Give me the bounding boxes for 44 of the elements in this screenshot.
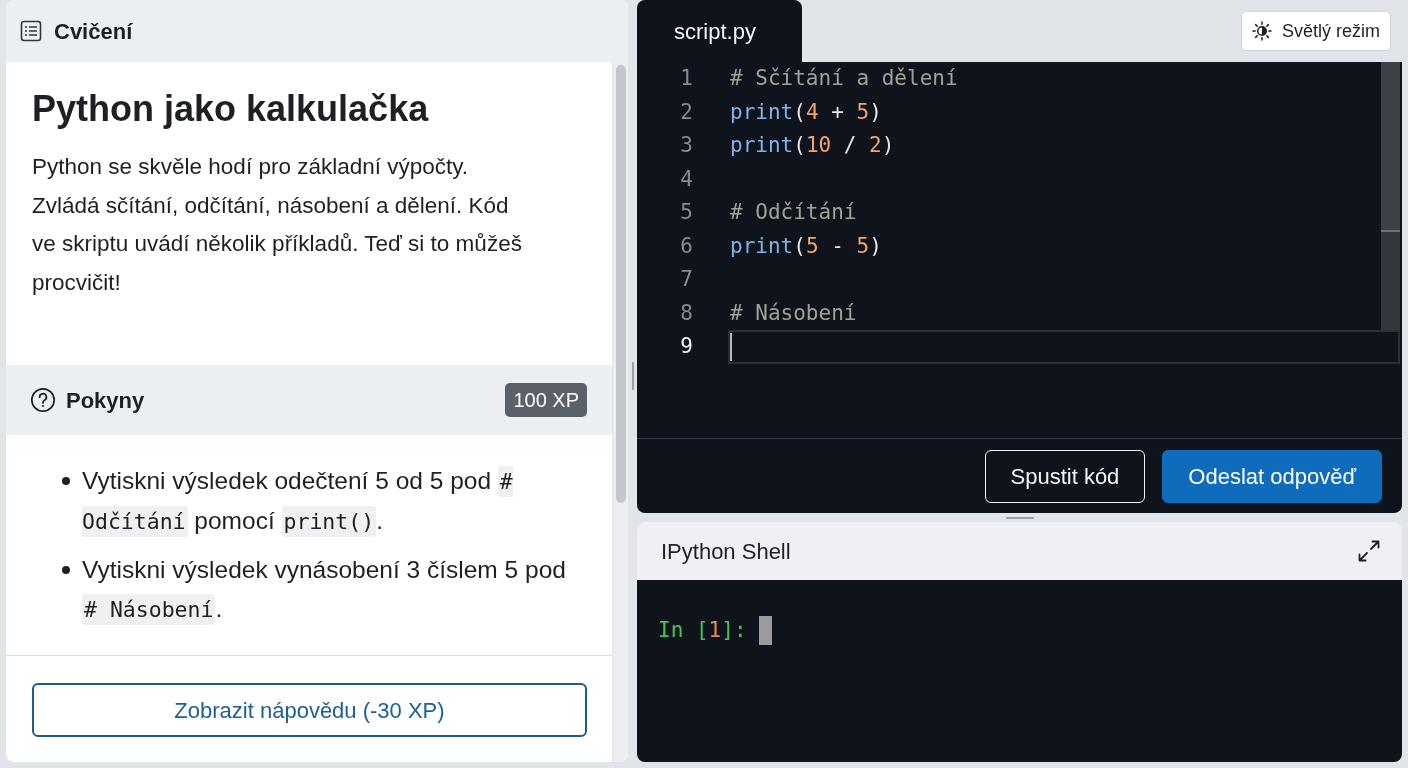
expand-icon[interactable]	[1358, 540, 1380, 562]
code-line: # Odčítání	[729, 199, 857, 226]
scrollbar-thumb[interactable]	[1381, 62, 1400, 232]
shell-console[interactable]: In [1]:	[637, 580, 1402, 762]
resize-handle[interactable]	[631, 362, 634, 390]
exercise-description: Python se skvěle hodí pro základní výpočty. Zvládá sčítání, odčítání, násobení a dělení. Kód ve skriptu uvádí několik příkladů. Teď si to můžeš procvičit!	[32, 153, 523, 297]
bullet-icon	[62, 477, 70, 485]
scrollbar[interactable]	[1381, 62, 1400, 330]
code-line: print(4 + 5)	[729, 98, 882, 126]
line-number: 6	[679, 232, 693, 260]
code-line: print(10 / 2)	[729, 132, 895, 159]
line-number: 4	[679, 165, 693, 193]
instruction-item: Vytiskni výsledek vynásobení 3 číslem 5 pod # Násobení.	[82, 550, 582, 629]
editor-tab[interactable]: script.py	[637, 0, 802, 62]
line-number: 5	[679, 199, 693, 226]
code-line: print(5 - 5)	[729, 232, 882, 260]
primary-button[interactable]: Odeslat odpověď	[1162, 449, 1382, 503]
question-circle-icon	[30, 387, 56, 413]
text-cursor-icon	[730, 332, 732, 361]
shell-title: IPython Shell	[661, 537, 791, 566]
line-number: 1	[679, 65, 693, 92]
line-number: 7	[679, 266, 693, 293]
section-title: Pokyny	[66, 386, 146, 415]
outline-button[interactable]: Spustit kód	[984, 449, 1146, 503]
code-line: # Násobení	[729, 299, 857, 327]
exercise-title: Python jako kalkulačka	[32, 87, 430, 130]
scrollbar[interactable]	[612, 62, 628, 762]
hint-button[interactable]: Zobrazit nápovědu (-30 XP)	[32, 683, 587, 737]
panel-title: Cvičení	[54, 17, 133, 46]
theme-toggle-button[interactable]: Světlý režim	[1241, 11, 1391, 51]
list-icon	[20, 20, 42, 42]
line-number: 9	[679, 333, 693, 360]
bullet-icon	[62, 566, 70, 574]
code-editor[interactable]: 1 # Sčítání a dělení 2 print(4 + 5) 3 print(10 / 2) 4 5 # Odčítání 6 print(5 - 5) 7 8 # Násobení 9	[637, 62, 1402, 438]
cursor-icon	[758, 616, 772, 645]
xp-badge: 100 XP	[505, 383, 587, 417]
line-number: 3	[679, 132, 693, 159]
shell-prompt: In [1]:	[658, 617, 747, 644]
scrollbar-thumb[interactable]	[616, 65, 626, 503]
line-number: 8	[679, 299, 693, 327]
sun-icon	[1252, 21, 1272, 41]
code-line: # Sčítání a dělení	[729, 65, 958, 92]
line-number: 2	[679, 98, 693, 126]
resize-handle[interactable]	[1005, 516, 1034, 519]
